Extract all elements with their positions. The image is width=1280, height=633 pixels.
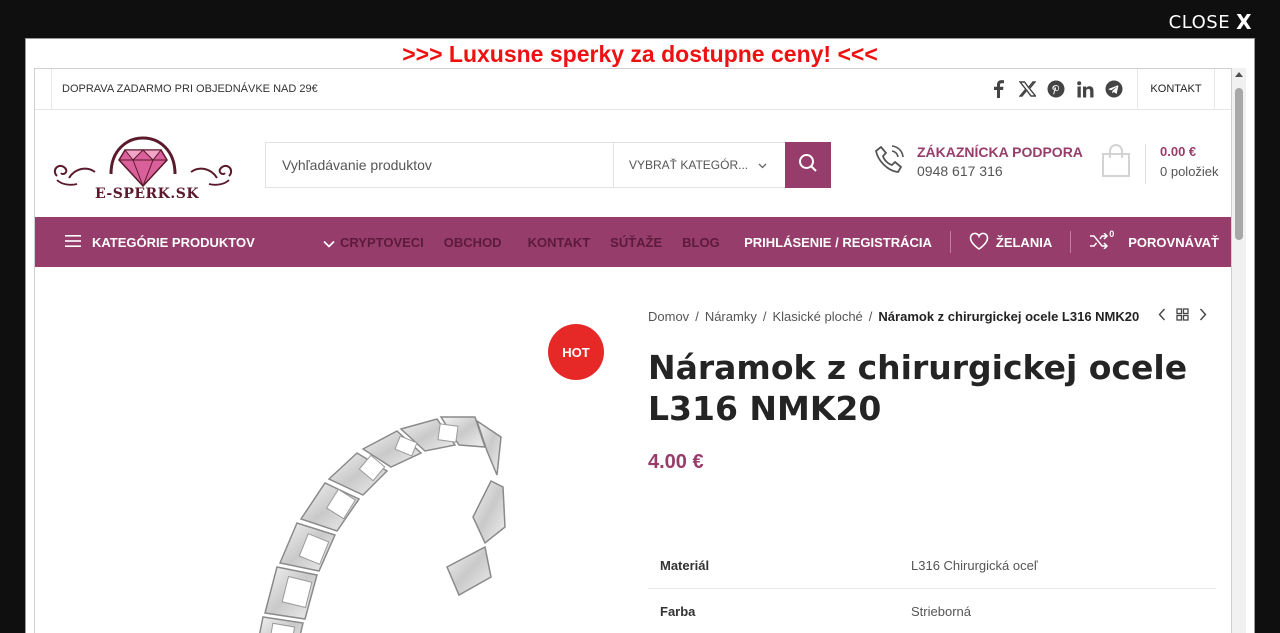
cart-count: 0 položiek <box>1160 164 1219 179</box>
account-nav: PRIHLÁSENIE / REGISTRÁCIA ŽELANIA 0 PORO… <box>744 217 1219 267</box>
main-navigation: KATEGÓRIE PRODUKTOV CRYPTOVECI OBCHOD KO… <box>35 217 1231 267</box>
categories-label: KATEGÓRIE PRODUKTOV <box>92 234 255 250</box>
website-viewport: DOPRAVA ZADARMO PRI OBJEDNÁVKE NAD 29€ K… <box>34 68 1232 633</box>
scrollbar[interactable] <box>1232 68 1246 633</box>
wishlist-label: ŽELANIA <box>995 234 1053 250</box>
nav-link-cryptoveci[interactable]: CRYPTOVECI <box>340 235 424 250</box>
nav-divider <box>949 231 951 253</box>
cart-total: 0.00 € <box>1160 144 1197 159</box>
close-label: CLOSE <box>1168 11 1231 33</box>
chevron-down-icon <box>758 158 767 172</box>
breadcrumb-link[interactable]: Klasické ploché <box>772 309 862 324</box>
attribute-name: Farba <box>660 604 696 619</box>
grid-icon[interactable] <box>1176 308 1189 326</box>
scrollbar-thumb[interactable] <box>1235 88 1243 240</box>
hamburger-icon <box>65 234 81 250</box>
chevron-left-icon[interactable] <box>1158 308 1166 326</box>
chevron-right-icon[interactable] <box>1199 308 1207 326</box>
product-attributes: Materiál L316 Chirurgická oceľ Farba Str… <box>648 543 1216 633</box>
breadcrumb-separator: / <box>695 309 699 324</box>
nav-divider <box>1070 231 1072 253</box>
attribute-value: Strieborná <box>911 604 971 619</box>
search-icon <box>798 153 818 178</box>
breadcrumb-separator: / <box>762 309 767 324</box>
attribute-row: Farba Strieborná <box>648 589 1216 633</box>
close-button[interactable]: CLOSE X <box>1169 10 1252 34</box>
overlay-frame: >>> Luxusne sperky za dostupne ceny! <<<… <box>25 38 1255 633</box>
product-image[interactable] <box>185 367 525 633</box>
product-content: HOT Domov / Náramky / Klasické ploché / … <box>35 267 1231 633</box>
linkedin-icon[interactable] <box>1075 79 1095 99</box>
breadcrumb-current: Náramok z chirurgickej ocele L316 NMK20 <box>878 309 1140 324</box>
support-title: ZÁKAZNÍCKA PODPORA <box>917 144 1083 160</box>
shopping-bag-icon <box>1101 144 1131 183</box>
social-links <box>988 79 1124 99</box>
categories-menu[interactable]: KATEGÓRIE PRODUKTOV <box>65 217 335 267</box>
attribute-row: Materiál L316 Chirurgická oceľ <box>648 543 1216 589</box>
nav-link-kontakt[interactable]: KONTAKT <box>528 235 591 250</box>
nav-link-sutaze[interactable]: SÚŤAŽE <box>610 235 662 250</box>
free-shipping-notice: DOPRAVA ZADARMO PRI OBJEDNÁVKE NAD 29€ <box>51 69 318 110</box>
compare-icon <box>1089 231 1109 252</box>
top-contact-link[interactable]: KONTAKT <box>1137 69 1215 110</box>
search-button[interactable] <box>785 142 831 188</box>
phone-icon <box>873 144 905 181</box>
nav-link-obchod[interactable]: OBCHOD <box>444 235 502 250</box>
compare-count: 0 <box>1109 229 1115 239</box>
compare-link[interactable]: 0 POROVNÁVAŤ <box>1089 229 1219 252</box>
pinterest-icon[interactable] <box>1046 79 1066 99</box>
product-search: VYBRAŤ KATEGÓR... <box>265 142 831 188</box>
heart-icon <box>969 232 989 253</box>
nav-link-blog[interactable]: BLOG <box>682 235 720 250</box>
site-header: E-SPERK.SK VYBRAŤ KATEGÓR... <box>35 110 1231 217</box>
compare-label: POROVNÁVAŤ <box>1128 234 1219 250</box>
cart-widget[interactable]: 0.00 € 0 položiek <box>1101 144 1219 184</box>
cart-divider <box>1145 144 1146 184</box>
hot-badge: HOT <box>548 324 604 380</box>
customer-support[interactable]: ZÁKAZNÍCKA PODPORA 0948 617 316 <box>873 144 1083 181</box>
breadcrumb-link[interactable]: Domov <box>648 309 689 324</box>
chevron-down-icon <box>323 236 335 251</box>
site-logo[interactable]: E-SPERK.SK <box>49 124 237 206</box>
facebook-icon[interactable] <box>988 79 1008 99</box>
wishlist-link[interactable]: ŽELANIA <box>969 232 1052 253</box>
logo-text: E-SPERK.SK <box>95 186 200 202</box>
login-register-link[interactable]: PRIHLÁSENIE / REGISTRÁCIA <box>744 235 932 250</box>
telegram-icon[interactable] <box>1104 79 1124 99</box>
close-icon: X <box>1236 10 1252 34</box>
breadcrumb-separator: / <box>868 309 873 324</box>
attribute-value: L316 Chirurgická oceľ <box>911 558 1038 573</box>
search-input[interactable] <box>266 143 613 187</box>
product-price: 4.00 € <box>648 451 704 473</box>
category-select-label: VYBRAŤ KATEGÓR... <box>629 158 749 172</box>
x-icon[interactable] <box>1017 79 1037 99</box>
scroll-up-arrow[interactable] <box>1235 72 1243 77</box>
category-select[interactable]: VYBRAŤ KATEGÓR... <box>613 143 785 187</box>
breadcrumb-link[interactable]: Náramky <box>705 309 757 324</box>
breadcrumb: Domov / Náramky / Klasické ploché / Nára… <box>648 309 1139 324</box>
promo-banner[interactable]: >>> Luxusne sperky za dostupne ceny! <<< <box>26 39 1254 69</box>
support-phone: 0948 617 316 <box>917 163 1003 179</box>
nav-links: CRYPTOVECI OBCHOD KONTAKT SÚŤAŽE BLOG <box>340 217 720 267</box>
top-bar: DOPRAVA ZADARMO PRI OBJEDNÁVKE NAD 29€ K… <box>35 69 1231 110</box>
attribute-name: Materiál <box>660 558 710 573</box>
product-title: Náramok z chirurgickej ocele L316 NMK20 <box>648 348 1188 428</box>
product-navigation <box>1158 308 1207 326</box>
